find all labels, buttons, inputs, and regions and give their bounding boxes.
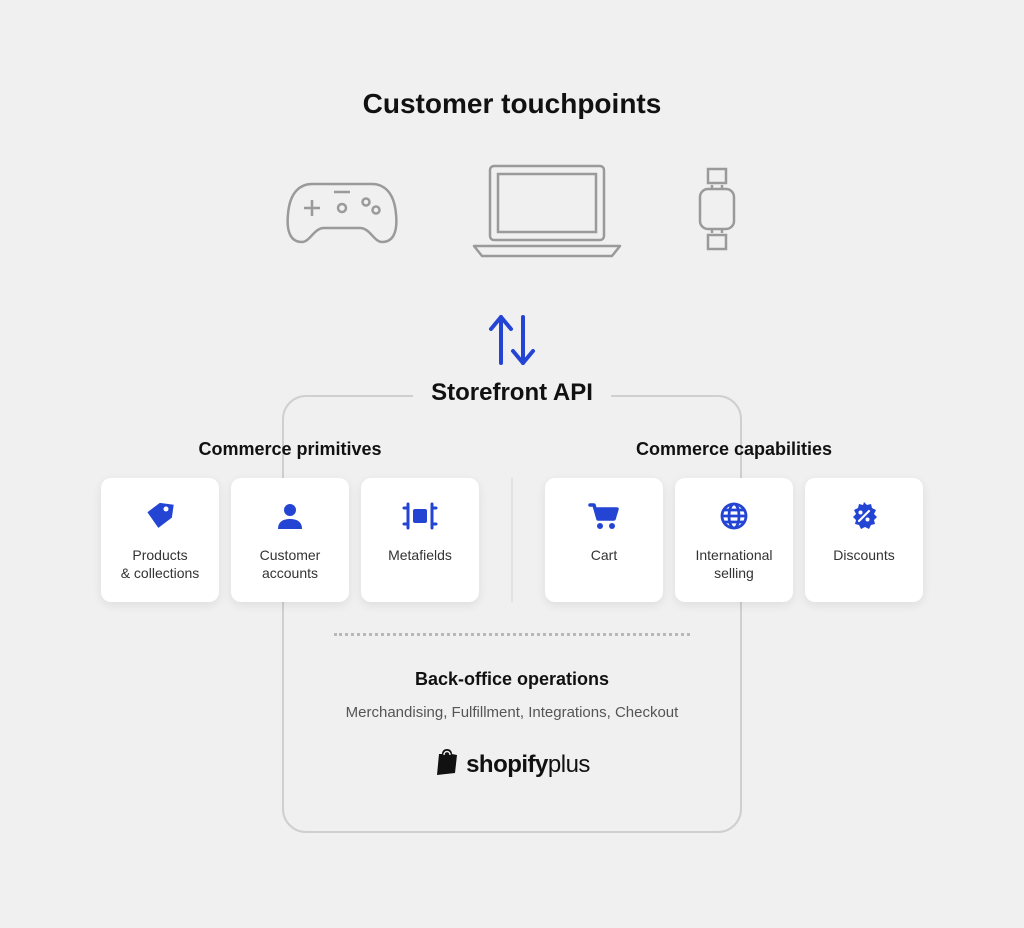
tag-icon	[144, 498, 176, 534]
logo-suffix: plus	[548, 751, 590, 778]
dotted-divider	[334, 633, 690, 636]
discounts-card: Discounts	[805, 478, 923, 602]
backoffice-subtitle: Merchandising, Fulfillment, Integrations…	[284, 704, 740, 721]
touchpoints-row	[0, 160, 1024, 265]
customer-label: Customer accounts	[252, 546, 329, 582]
diagram-root: Customer touchpoints	[0, 0, 1024, 928]
cards-area: Commerce primitives Products & collectio…	[99, 439, 925, 602]
international-label: International selling	[687, 546, 780, 582]
bidirectional-arrows-icon	[0, 305, 1024, 375]
logo-brand: shopify	[466, 751, 548, 778]
page-title: Customer touchpoints	[0, 88, 1024, 120]
commerce-capabilities-column: Commerce capabilities	[545, 439, 923, 602]
primitives-cards-row: Products & collections Customer accounts	[101, 478, 479, 602]
cart-label: Cart	[583, 546, 625, 564]
metafields-card: Metafields	[361, 478, 479, 602]
metafields-label: Metafields	[380, 546, 460, 564]
capabilities-heading: Commerce capabilities	[636, 439, 832, 460]
discount-icon	[848, 498, 880, 534]
laptop-icon	[462, 160, 632, 265]
primitives-heading: Commerce primitives	[198, 439, 381, 460]
game-controller-icon	[282, 172, 402, 253]
products-collections-card: Products & collections	[101, 478, 219, 602]
storefront-api-label: Storefront API	[413, 379, 611, 407]
capabilities-cards-row: Cart International selling	[545, 478, 923, 602]
globe-icon	[719, 498, 749, 534]
shopify-plus-logo: shopifyplus	[284, 747, 740, 782]
international-selling-card: International selling	[675, 478, 793, 602]
column-divider	[511, 478, 513, 602]
discounts-label: Discounts	[825, 546, 902, 564]
shopify-plus-wordmark: shopifyplus	[466, 751, 590, 779]
storefront-api-frame: Storefront API Commerce primitives	[282, 395, 742, 833]
shopify-bag-icon	[434, 747, 460, 782]
api-frame-border: Storefront API Commerce primitives	[282, 395, 742, 833]
cart-icon	[588, 498, 620, 534]
backoffice-title: Back-office operations	[284, 669, 740, 690]
products-label: Products & collections	[113, 546, 208, 582]
customer-accounts-card: Customer accounts	[231, 478, 349, 602]
user-icon	[275, 498, 305, 534]
cart-card: Cart	[545, 478, 663, 602]
backoffice-section: Back-office operations Merchandising, Fu…	[284, 669, 740, 782]
commerce-primitives-column: Commerce primitives Products & collectio…	[101, 439, 479, 602]
smart-watch-icon	[692, 165, 742, 260]
metafield-icon	[402, 498, 438, 534]
